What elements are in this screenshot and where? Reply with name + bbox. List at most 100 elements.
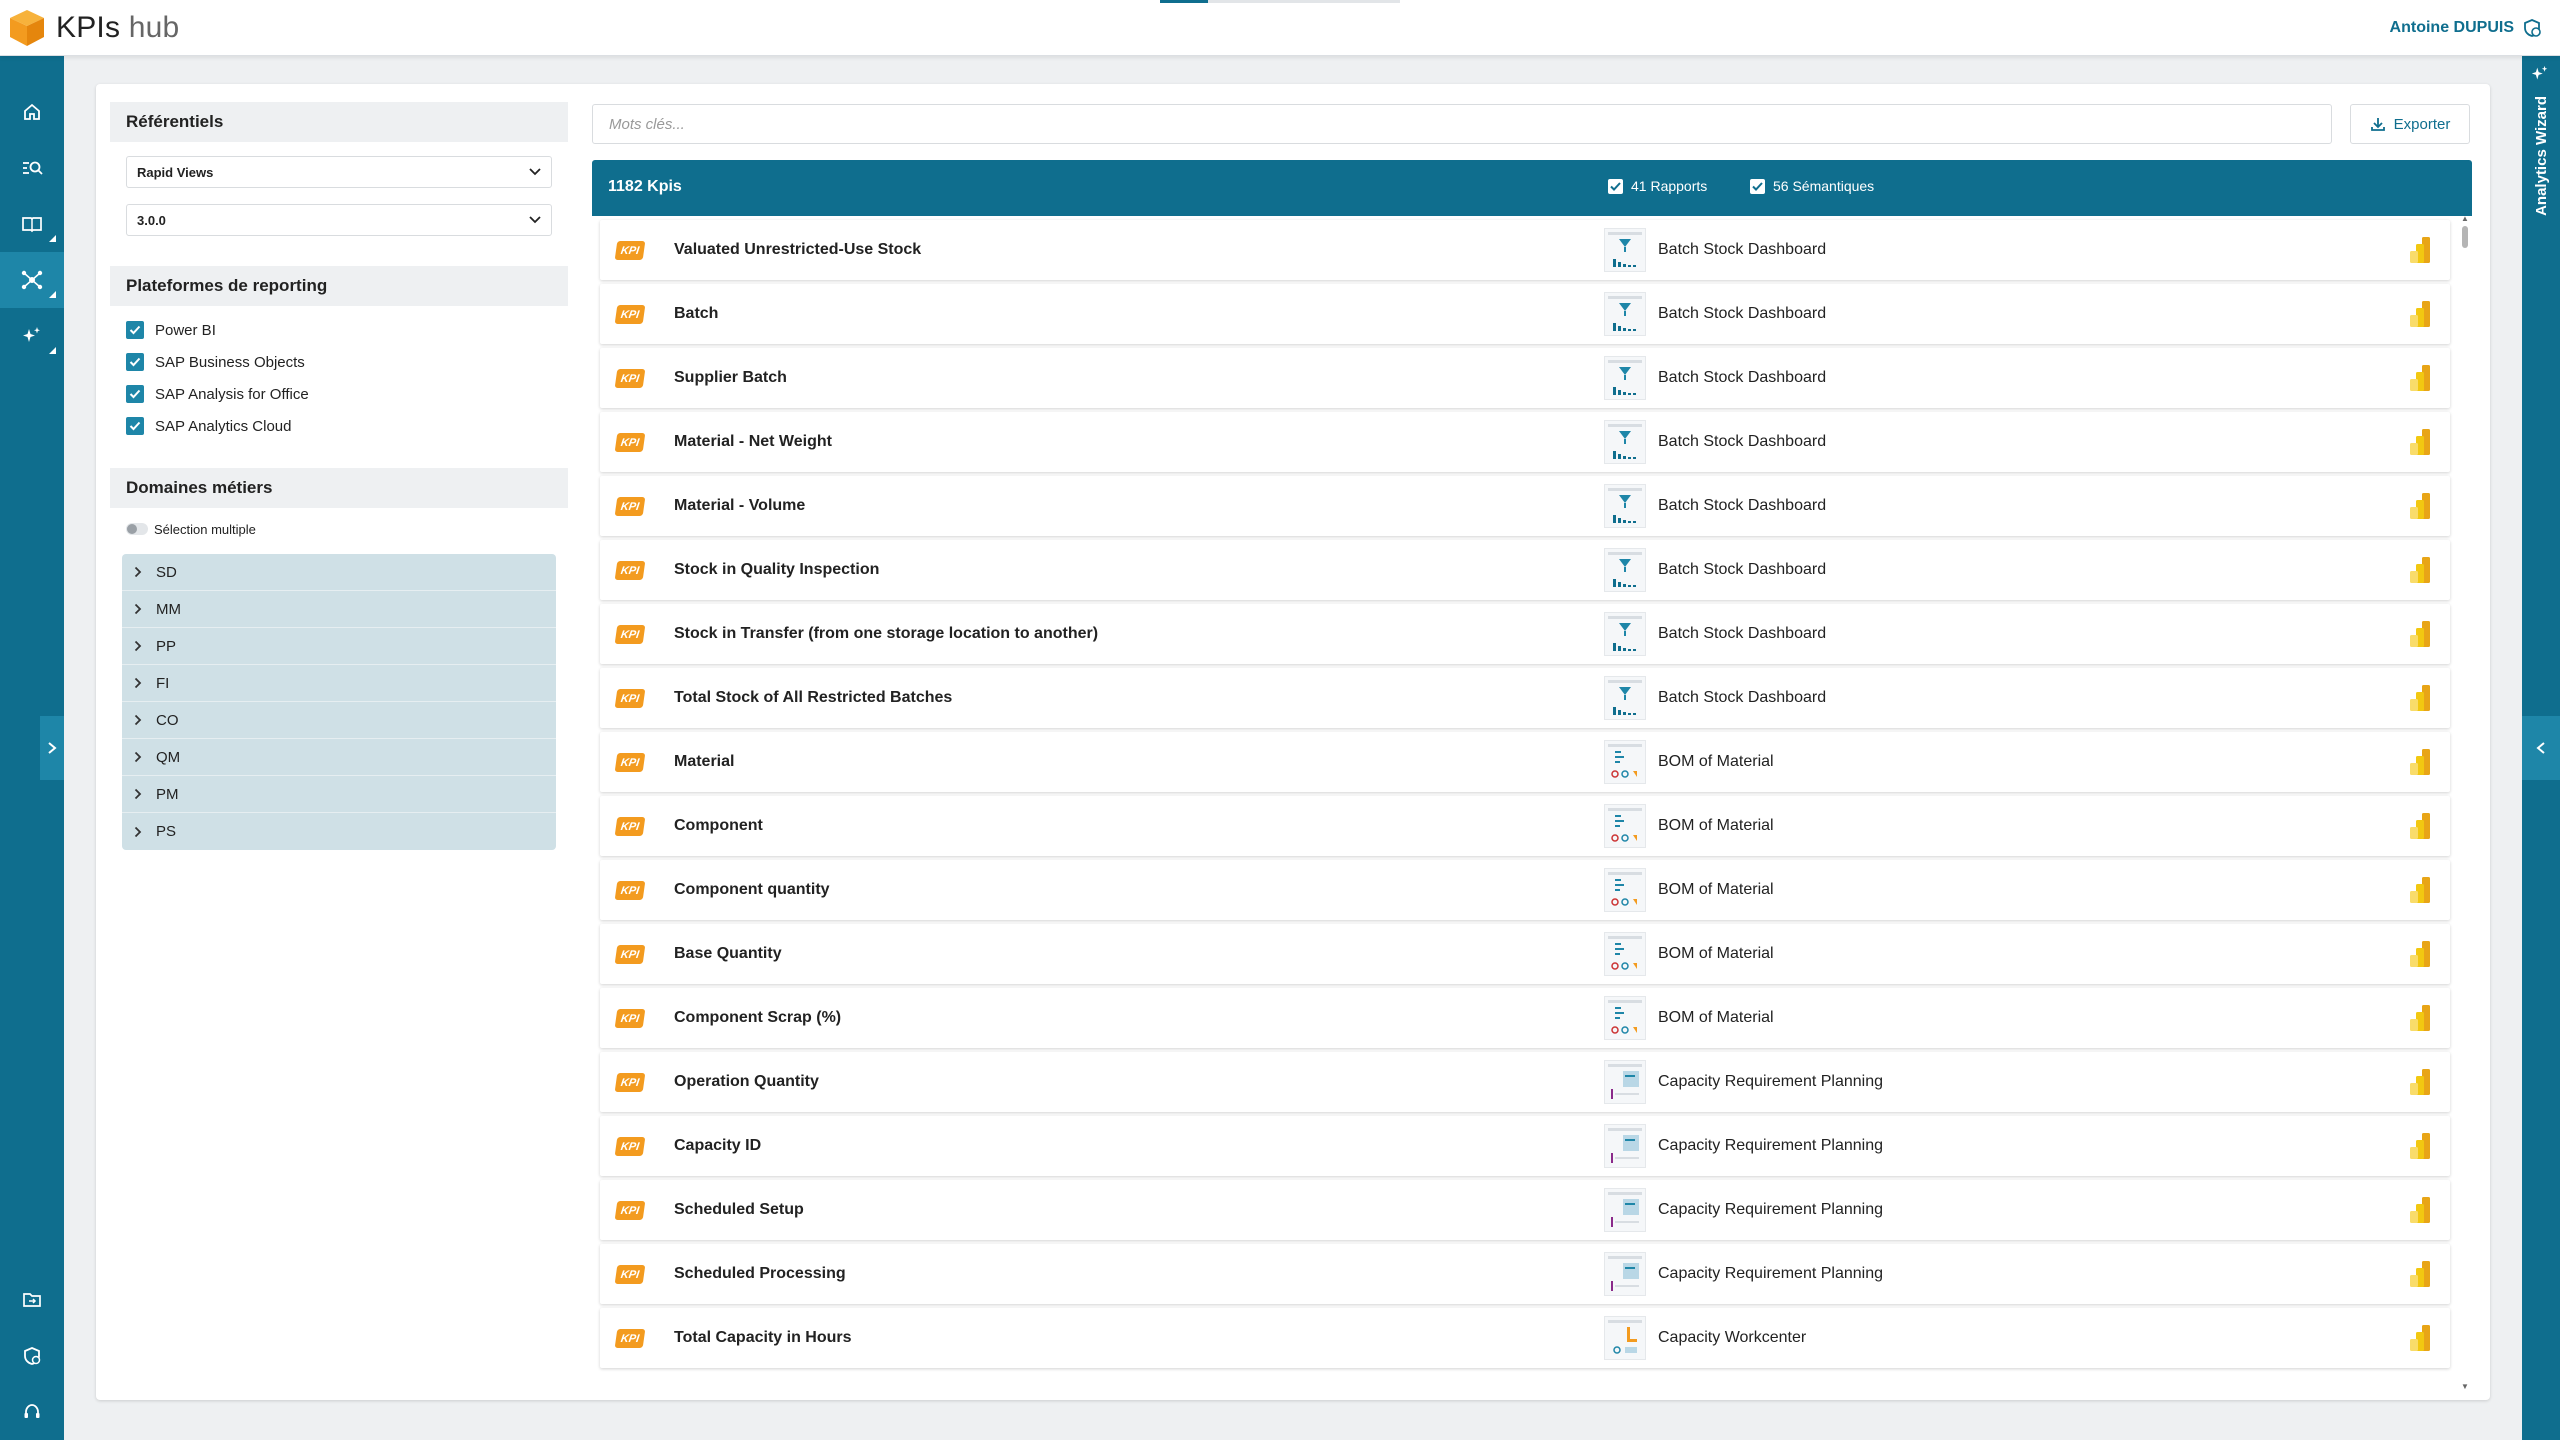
kpi-row[interactable]: KPI Material - Net Weight Batch Stock Dash…	[600, 412, 2450, 472]
report-thumbnail[interactable]	[1604, 868, 1646, 912]
scroll-up-arrow[interactable]: ▲	[2461, 214, 2469, 223]
search-input[interactable]: Mots clés...	[592, 104, 2332, 144]
report-thumbnail[interactable]	[1604, 804, 1646, 848]
report-name[interactable]: BOM of Material	[1658, 817, 1774, 835]
platform-checkbox-row[interactable]: SAP Analysis for Office	[110, 378, 568, 410]
report-thumbnail[interactable]	[1604, 356, 1646, 400]
domain-item[interactable]: MM	[122, 591, 556, 628]
report-thumbnail[interactable]	[1604, 996, 1646, 1040]
report-thumbnail[interactable]	[1604, 1316, 1646, 1360]
platform-checkbox-row[interactable]: SAP Analytics Cloud	[110, 410, 568, 442]
export-button[interactable]: Exporter	[2350, 104, 2470, 144]
report-thumbnail[interactable]	[1604, 292, 1646, 336]
kpi-row[interactable]: KPI Supplier Batch Batch Stock Dashboard	[600, 348, 2450, 408]
report-name[interactable]: Batch Stock Dashboard	[1658, 369, 1826, 387]
report-name[interactable]: Batch Stock Dashboard	[1658, 689, 1826, 707]
kpi-row[interactable]: KPI Capacity ID Capacity Requirement Plann…	[600, 1116, 2450, 1176]
version-select[interactable]: 3.0.0	[126, 204, 552, 236]
kpi-name: Total Capacity in Hours	[674, 1329, 852, 1346]
report-thumbnail[interactable]	[1604, 484, 1646, 528]
platform-checkbox-row[interactable]: Power BI	[110, 314, 568, 346]
nav-ai-wizard[interactable]	[0, 308, 64, 364]
report-thumbnail[interactable]	[1604, 1124, 1646, 1168]
report-name[interactable]: Batch Stock Dashboard	[1658, 497, 1826, 515]
report-thumbnail[interactable]	[1604, 740, 1646, 784]
kpi-name: Component Scrap (%)	[674, 1009, 842, 1026]
kpi-row[interactable]: KPI Material BOM of Material	[600, 732, 2450, 792]
report-name[interactable]: Capacity Workcenter	[1658, 1329, 1806, 1347]
selection-multiple-toggle[interactable]: Sélection multiple	[110, 514, 568, 544]
checkbox-checked[interactable]	[126, 353, 144, 371]
report-name[interactable]: BOM of Material	[1658, 753, 1774, 771]
toggle-switch[interactable]	[126, 523, 148, 535]
nav-folder[interactable]	[0, 1272, 64, 1328]
domain-item[interactable]: FI	[122, 665, 556, 702]
domain-label: MM	[156, 600, 181, 618]
kpi-row[interactable]: KPI Scheduled Setup Capacity Requirement P…	[600, 1180, 2450, 1240]
report-name[interactable]: BOM of Material	[1658, 1009, 1774, 1027]
user-menu[interactable]: Antoine DUPUIS	[2390, 18, 2542, 38]
kpi-badge-icon: KPI	[614, 689, 646, 708]
referentiel-select[interactable]: Rapid Views	[126, 156, 552, 188]
report-thumbnail[interactable]	[1604, 548, 1646, 592]
scroll-down-arrow[interactable]: ▼	[2461, 1382, 2469, 1391]
nav-search[interactable]	[0, 140, 64, 196]
report-thumbnail[interactable]	[1604, 1188, 1646, 1232]
domain-item[interactable]: CO	[122, 702, 556, 739]
report-name[interactable]: Capacity Requirement Planning	[1658, 1073, 1883, 1091]
platform-checkbox-row[interactable]: SAP Business Objects	[110, 346, 568, 378]
domain-item[interactable]: PP	[122, 628, 556, 665]
expand-left-panel-button[interactable]	[40, 716, 64, 780]
report-thumbnail[interactable]	[1604, 1252, 1646, 1296]
report-thumbnail[interactable]	[1604, 420, 1646, 464]
report-thumbnail[interactable]	[1604, 676, 1646, 720]
expand-wizard-button[interactable]	[2522, 716, 2560, 780]
kpi-row[interactable]: KPI Total Stock of All Restricted Batches…	[600, 668, 2450, 728]
report-name[interactable]: Batch Stock Dashboard	[1658, 433, 1826, 451]
kpi-row[interactable]: KPI Stock in Transfer (from one storage l…	[600, 604, 2450, 664]
domain-item[interactable]: QM	[122, 739, 556, 776]
kpi-row[interactable]: KPI Base Quantity BOM of Material	[600, 924, 2450, 984]
checkbox-checked[interactable]	[126, 417, 144, 435]
kpi-name: Batch	[674, 305, 719, 322]
kpi-row[interactable]: KPI Component Scrap (%) BOM of Material	[600, 988, 2450, 1048]
domain-item[interactable]: PS	[122, 813, 556, 850]
kpi-row[interactable]: KPI Component BOM of Material	[600, 796, 2450, 856]
kpi-row[interactable]: KPI Material - Volume Batch Stock Dashboar…	[600, 476, 2450, 536]
nav-support[interactable]	[0, 1384, 64, 1440]
report-name[interactable]: Batch Stock Dashboard	[1658, 561, 1826, 579]
report-name[interactable]: BOM of Material	[1658, 881, 1774, 899]
kpi-row[interactable]: KPI Total Capacity in Hours Capacity Workc…	[600, 1308, 2450, 1368]
nav-home[interactable]	[0, 84, 64, 140]
report-name[interactable]: Batch Stock Dashboard	[1658, 241, 1826, 259]
scrollbar[interactable]: ▲ ▼	[2461, 214, 2469, 1391]
report-name[interactable]: Capacity Requirement Planning	[1658, 1201, 1883, 1219]
report-thumbnail[interactable]	[1604, 1060, 1646, 1104]
checkbox-checked[interactable]	[126, 321, 144, 339]
kpi-row[interactable]: KPI Valuated Unrestricted-Use Stock Batch …	[600, 220, 2450, 280]
nav-kpis-network[interactable]	[0, 252, 64, 308]
nav-admin[interactable]	[0, 1328, 64, 1384]
report-name[interactable]: Capacity Requirement Planning	[1658, 1265, 1883, 1283]
domain-item[interactable]: PM	[122, 776, 556, 813]
kpi-row[interactable]: KPI Operation Quantity Capacity Requiremen…	[600, 1052, 2450, 1112]
report-thumbnail[interactable]	[1604, 228, 1646, 272]
checkbox-checked[interactable]	[126, 385, 144, 403]
report-name[interactable]: Capacity Requirement Planning	[1658, 1137, 1883, 1155]
kpi-row[interactable]: KPI Component quantity BOM of Material	[600, 860, 2450, 920]
semantiques-checkbox[interactable]: 56 Sémantiques	[1750, 178, 1874, 194]
scroll-thumb[interactable]	[2462, 226, 2468, 248]
report-name[interactable]: Batch Stock Dashboard	[1658, 625, 1826, 643]
rapports-checkbox[interactable]: 41 Rapports	[1608, 178, 1707, 194]
report-thumbnail[interactable]	[1604, 612, 1646, 656]
kpi-row[interactable]: KPI Scheduled Processing Capacity Requirem…	[600, 1244, 2450, 1304]
kpi-row[interactable]: KPI Stock in Quality Inspection Batch Stoc…	[600, 540, 2450, 600]
kpi-row[interactable]: KPI Batch Batch Stock Dashboard	[600, 284, 2450, 344]
nav-catalog[interactable]	[0, 196, 64, 252]
report-name[interactable]: Batch Stock Dashboard	[1658, 305, 1826, 323]
app-logo[interactable]: KPIs hub	[8, 8, 179, 48]
domain-item[interactable]: SD	[122, 554, 556, 591]
kpi-name: Capacity ID	[674, 1137, 762, 1154]
report-name[interactable]: BOM of Material	[1658, 945, 1774, 963]
report-thumbnail[interactable]	[1604, 932, 1646, 976]
